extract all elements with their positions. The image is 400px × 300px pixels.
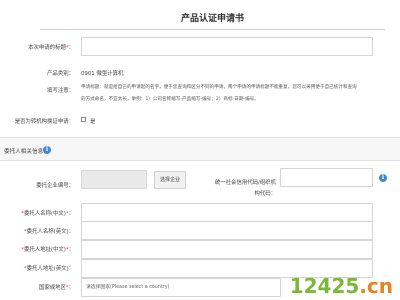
name-en-label: *委托人名称(英文)： — [23, 229, 74, 235]
transfer-option-label: 是 — [90, 119, 96, 125]
name-cn-label: *委托人名称(中文)*： — [21, 211, 74, 217]
country-select[interactable]: 请选择国家(Please select a country) — [81, 278, 281, 297]
info-icon[interactable]: i — [43, 146, 51, 154]
company-no-input[interactable] — [81, 170, 147, 189]
credit-code-input[interactable] — [280, 168, 373, 187]
credit-code-info-icon[interactable]: i — [379, 174, 387, 182]
addr-cn-label: *委托人地址(中文)*： — [21, 247, 74, 253]
country-label: 国家或地区*： — [38, 285, 74, 291]
credit-code-label-2: 构代码： — [254, 191, 276, 197]
notes-text-1: 申请标题：就是给自己的申请起的名字，便于您查询和区分不同的申请，两个申请的申请标… — [81, 85, 357, 90]
transfer-label: 是否为转机构换证申请： — [14, 119, 74, 125]
notes-text-2: 的方式命名，不宜太长，举例：1）公司名称缩写-产品缩写-编号；2）商标-日期-编… — [81, 97, 259, 102]
transfer-checkbox[interactable] — [81, 117, 86, 122]
page-title: 产品认证申请书 — [40, 8, 385, 30]
site-watermark: 12425.cn — [289, 274, 393, 298]
category-label: 产品类别： — [47, 71, 74, 77]
addr-en-label: *委托人地址(英文)： — [23, 266, 74, 272]
company-no-label: 委托企业编号： — [36, 183, 74, 189]
name-en-input[interactable] — [81, 221, 373, 240]
addr-cn-input[interactable] — [81, 240, 373, 259]
section-title: 委托人相关信息 — [4, 149, 44, 155]
category-value: 0901 微型计算机 — [81, 71, 124, 77]
application-title-input[interactable] — [81, 37, 373, 56]
credit-code-label-1: 统一社会信用代码/组织机 — [214, 180, 276, 186]
name-cn-input[interactable] — [81, 203, 373, 222]
notes-label: 填写注意： — [47, 88, 74, 94]
title-label: 本次申请的标题*： — [28, 45, 74, 51]
client-section-header: 委托人相关信息 i — [0, 137, 400, 161]
select-company-button[interactable]: 选择企业 — [154, 171, 186, 189]
